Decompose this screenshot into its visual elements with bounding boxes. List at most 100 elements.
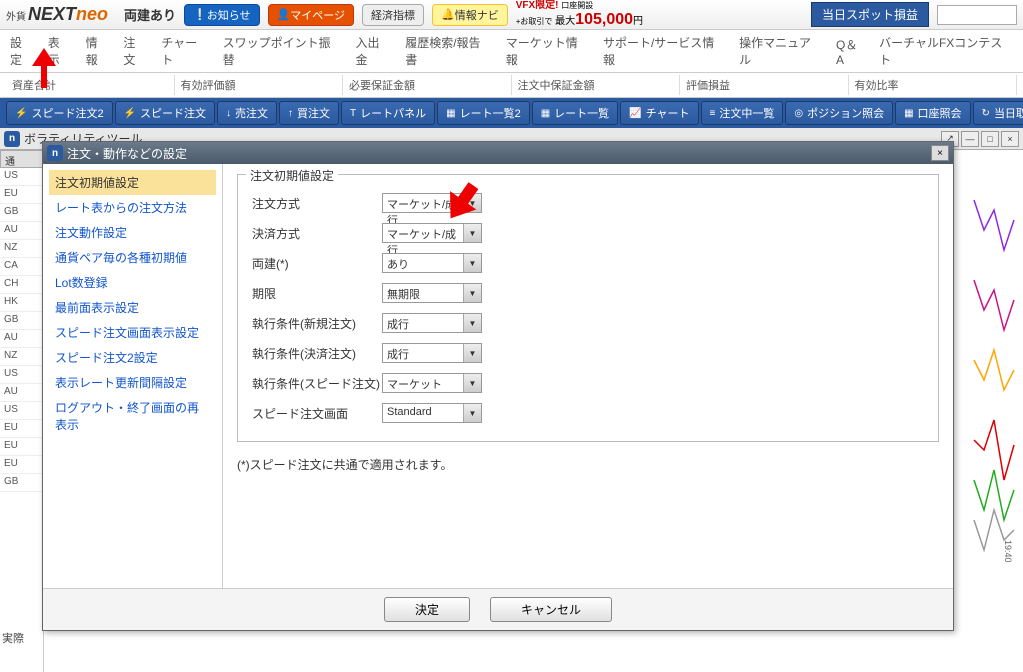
currency-row[interactable]: AU	[0, 330, 43, 348]
form-select-7[interactable]: Standard▼	[382, 403, 482, 423]
currency-row[interactable]: EU	[0, 420, 43, 438]
sidebar-item-2[interactable]: 注文動作設定	[49, 220, 216, 245]
currency-row[interactable]: EU	[0, 438, 43, 456]
form-row-2: 両建(*)あり▼	[252, 251, 924, 275]
sidebar-item-6[interactable]: スピード注文画面表示設定	[49, 320, 216, 345]
info-cell-3: 注文中保証金額	[512, 75, 681, 95]
dialog-close-button[interactable]: ×	[931, 145, 949, 161]
form-row-3: 期限無期限▼	[252, 281, 924, 305]
menu-item-4[interactable]: チャート	[161, 34, 208, 68]
menu-item-6[interactable]: 入出金	[356, 34, 392, 68]
toolbar-icon: ↓	[226, 108, 231, 119]
sidebar-item-3[interactable]: 通貨ペア毎の各種初期値	[49, 245, 216, 270]
form-label: 注文方式	[252, 195, 382, 212]
toolbar-btn-6[interactable]: ▦レート一覧	[532, 101, 618, 125]
toolbar-btn-8[interactable]: ≡注文中一覧	[701, 101, 784, 125]
toolbar-icon: 📈	[629, 108, 641, 119]
sidebar-item-4[interactable]: Lot数登録	[49, 270, 216, 295]
menu-item-12[interactable]: バーチャルFXコンテスト	[879, 34, 1013, 68]
mypage-button[interactable]: 👤マイページ	[268, 4, 354, 26]
form-select-0[interactable]: マーケット/成行▼	[382, 193, 482, 213]
currency-row[interactable]: EU	[0, 186, 43, 204]
form-label: スピード注文画面	[252, 405, 382, 422]
toolbar-btn-4[interactable]: Tレートパネル	[341, 101, 435, 125]
currency-row[interactable]: AU	[0, 222, 43, 240]
person-icon: 👤	[277, 8, 291, 21]
currency-row[interactable]: GB	[0, 204, 43, 222]
menu-item-8[interactable]: マーケット情報	[506, 34, 589, 68]
app-header: 外貨 NEXT neo 両建あり ❕お知らせ 👤マイページ 経済指標 🔔情報ナビ…	[0, 0, 1023, 30]
chart-preview: 19:40	[963, 150, 1023, 672]
menu-item-2[interactable]: 情報	[86, 34, 110, 68]
menu-item-0[interactable]: 設定	[10, 34, 34, 68]
form-select-2[interactable]: あり▼	[382, 253, 482, 273]
info-navi-button[interactable]: 🔔情報ナビ	[432, 4, 508, 26]
sidebar-item-0[interactable]: 注文初期値設定	[49, 170, 216, 195]
menu-item-10[interactable]: 操作マニュアル	[739, 34, 822, 68]
form-select-3[interactable]: 無期限▼	[382, 283, 482, 303]
logo-next: NEXT	[28, 4, 76, 25]
currency-row[interactable]: NZ	[0, 240, 43, 258]
form-row-1: 決済方式マーケット/成行▼	[252, 221, 924, 245]
vfx-banner[interactable]: VFX限定! 口座開設+お取引で 最大105,000円	[516, 0, 643, 29]
form-row-4: 執行条件(新規注文)成行▼	[252, 311, 924, 335]
currency-row[interactable]: EU	[0, 456, 43, 474]
currency-row[interactable]: NZ	[0, 348, 43, 366]
currency-row[interactable]: AU	[0, 384, 43, 402]
keizai-button[interactable]: 経済指標	[362, 4, 424, 26]
currency-row[interactable]: CA	[0, 258, 43, 276]
toolbar-btn-2[interactable]: ↓売注文	[217, 101, 277, 125]
toolbar-btn-10[interactable]: ▦口座照会	[895, 101, 970, 125]
menu-item-7[interactable]: 履歴検索/報告書	[405, 34, 492, 68]
toolbar-btn-0[interactable]: ⚡スピード注文2	[6, 101, 113, 125]
currency-row[interactable]: CH	[0, 276, 43, 294]
menu-bar: 設定表示情報注文チャートスワップポイント振替入出金履歴検索/報告書マーケット情報…	[0, 30, 1023, 73]
menu-item-9[interactable]: サポート/サービス情報	[603, 34, 725, 68]
form-row-5: 執行条件(決済注文)成行▼	[252, 341, 924, 365]
account-info-bar: 資産合計有効評価額必要保証金額注文中保証金額評価損益有効比率	[0, 73, 1023, 98]
maximize-button[interactable]: □	[981, 131, 999, 147]
toolbar-btn-5[interactable]: ▦レート一覧2	[437, 101, 530, 125]
toolbar-btn-9[interactable]: ◎ポジション照会	[785, 101, 893, 125]
group-title: 注文初期値設定	[246, 167, 338, 184]
sidebar-item-9[interactable]: ログアウト・終了画面の再表示	[49, 395, 216, 437]
ok-button[interactable]: 決定	[384, 597, 470, 622]
dialog-footer: 決定 キャンセル	[43, 588, 953, 630]
bell-icon: 🔔	[441, 8, 455, 21]
sidebar-item-8[interactable]: 表示レート更新間隔設定	[49, 370, 216, 395]
currency-row[interactable]: GB	[0, 312, 43, 330]
form-select-1[interactable]: マーケット/成行▼	[382, 223, 482, 243]
form-select-6[interactable]: マーケット▼	[382, 373, 482, 393]
menu-item-11[interactable]: Q＆A	[836, 36, 865, 67]
currency-row[interactable]: HK	[0, 294, 43, 312]
currency-row[interactable]: GB	[0, 474, 43, 492]
dialog-icon: n	[47, 145, 63, 161]
info-cell-2: 必要保証金額	[343, 75, 512, 95]
info-cell-1: 有効評価額	[175, 75, 344, 95]
menu-item-5[interactable]: スワップポイント振替	[223, 34, 342, 68]
form-select-5[interactable]: 成行▼	[382, 343, 482, 363]
toolbar-btn-11[interactable]: ↻当日取引履歴	[973, 101, 1023, 125]
currency-row[interactable]: US	[0, 366, 43, 384]
menu-item-1[interactable]: 表示	[48, 34, 72, 68]
minimize-button[interactable]: —	[961, 131, 979, 147]
sidebar-item-7[interactable]: スピード注文2設定	[49, 345, 216, 370]
currency-row[interactable]: US	[0, 402, 43, 420]
close-button[interactable]: ×	[1001, 131, 1019, 147]
toolbar-icon: ⚡	[124, 108, 136, 119]
news-button[interactable]: ❕お知らせ	[184, 4, 259, 26]
menu-item-3[interactable]: 注文	[123, 34, 147, 68]
info-icon: ❕	[193, 8, 207, 21]
toolbar-btn-1[interactable]: ⚡スピード注文	[115, 101, 215, 125]
chevron-down-icon: ▼	[463, 284, 481, 302]
form-select-4[interactable]: 成行▼	[382, 313, 482, 333]
chart-time-label: 19:40	[1003, 540, 1013, 563]
currency-row[interactable]: US	[0, 168, 43, 186]
toolbar-btn-3[interactable]: ↑買注文	[279, 101, 339, 125]
info-cell-0: 資産合計	[6, 75, 175, 95]
toolbar-btn-7[interactable]: 📈チャート	[620, 101, 698, 125]
select-value: マーケット/成行	[383, 224, 463, 242]
sidebar-item-1[interactable]: レート表からの注文方法	[49, 195, 216, 220]
sidebar-item-5[interactable]: 最前面表示設定	[49, 295, 216, 320]
cancel-button[interactable]: キャンセル	[490, 597, 612, 622]
